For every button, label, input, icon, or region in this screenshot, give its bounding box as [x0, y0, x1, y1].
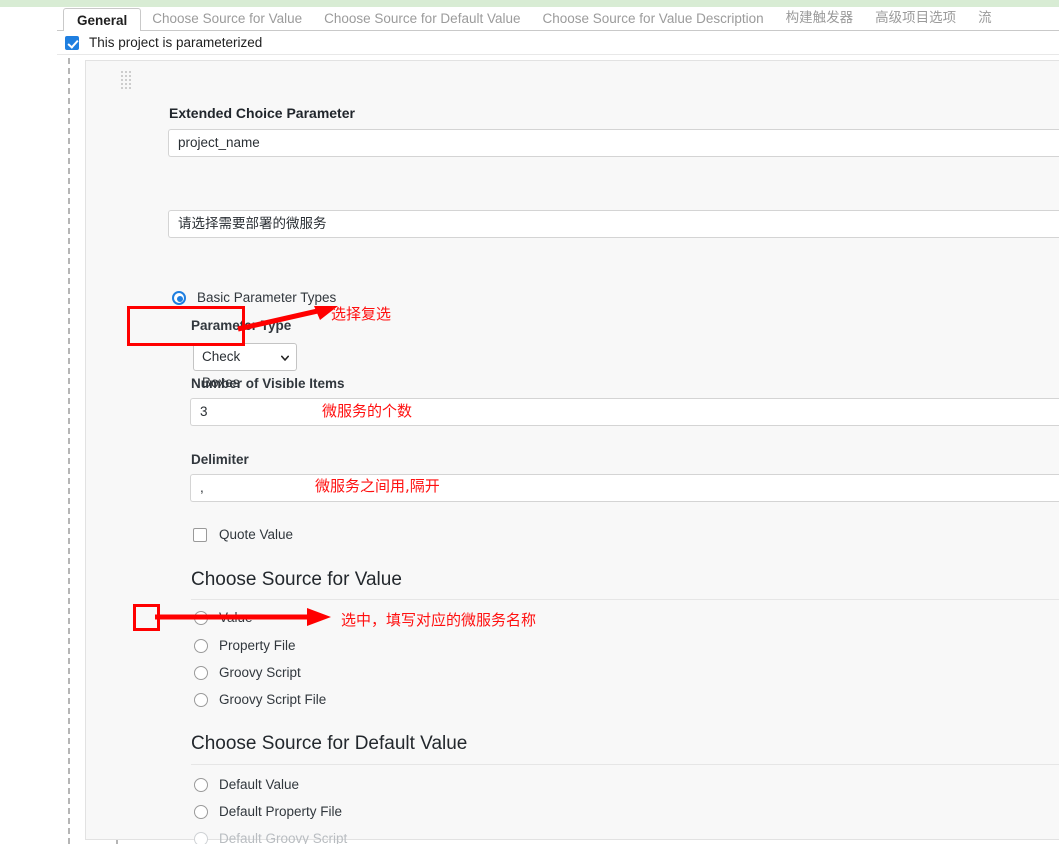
property-file-radio[interactable]	[194, 638, 208, 653]
tab-choose-source-for-value[interactable]: Choose Source for Value	[141, 7, 313, 31]
groovy-script-file-radio[interactable]	[194, 692, 208, 707]
annotation-arrow-value-radio	[155, 608, 331, 626]
annotation-arrow-parameter-type	[237, 306, 338, 332]
section-choose-source-for-default-value: Choose Source for Default Value	[191, 733, 468, 754]
parameterized-checkbox[interactable]	[65, 35, 79, 50]
guide-line-outer	[68, 58, 70, 844]
section-divider	[191, 599, 1059, 600]
groovy-script-file-label: Groovy Script File	[219, 692, 327, 707]
annotation-text-select-checkbox: 选择复选	[331, 305, 392, 323]
name-input[interactable]: project_name	[168, 129, 1059, 157]
tab-choose-source-for-default-value[interactable]: Choose Source for Default Value	[313, 7, 531, 31]
radio-default-property-file[interactable]: Default Property File	[194, 804, 342, 819]
quote-value-row[interactable]: Quote Value	[193, 527, 293, 542]
basic-parameter-types-radio[interactable]	[172, 290, 186, 305]
annotation-text-fill-microservice-name: 选中，填写对应的微服务名称	[341, 611, 537, 629]
groovy-script-radio[interactable]	[194, 665, 208, 680]
annotation-text-delimiter-hint: 微服务之间用,隔开	[315, 477, 440, 495]
default-property-file-radio[interactable]	[194, 804, 208, 819]
quote-value-label: Quote Value	[219, 527, 294, 542]
radio-property-file[interactable]: Property File	[194, 638, 296, 653]
section-divider-default	[191, 764, 1059, 765]
visible-items-label: Number of Visible Items	[191, 376, 345, 391]
tab-bar: General Choose Source for Value Choose S…	[57, 7, 1059, 32]
delimiter-label: Delimiter	[191, 452, 249, 467]
default-groovy-script-radio[interactable]	[194, 831, 208, 844]
radio-default-groovy-script[interactable]: Default Groovy Script	[194, 831, 347, 844]
tab-advanced-project-options[interactable]: 高级项目选项	[864, 7, 967, 31]
top-accent-strip	[0, 0, 1059, 7]
property-file-label: Property File	[219, 638, 296, 653]
default-value-label: Default Value	[219, 777, 300, 792]
radio-groovy-script-file[interactable]: Groovy Script File	[194, 692, 326, 707]
section-choose-source-for-value: Choose Source for Value	[191, 569, 402, 590]
annotation-box-parameter-type	[127, 306, 245, 346]
radio-groovy-script[interactable]: Groovy Script	[194, 665, 301, 680]
this-project-is-parameterized-row[interactable]: This project is parameterized	[57, 31, 1059, 55]
default-groovy-script-label: Default Groovy Script	[219, 831, 348, 844]
radio-default-value[interactable]: Default Value	[194, 777, 299, 792]
drag-handle-icon[interactable]	[121, 71, 135, 93]
default-property-file-label: Default Property File	[219, 804, 343, 819]
groovy-script-label: Groovy Script	[219, 665, 301, 680]
form-content: This project is parameterized Extended C…	[57, 31, 1059, 844]
parameterized-label: This project is parameterized	[89, 35, 263, 50]
page-root: General Choose Source for Value Choose S…	[0, 0, 1059, 844]
quote-value-checkbox[interactable]	[193, 527, 207, 542]
parameter-card-title: Extended Choice Parameter	[169, 105, 355, 121]
tab-build-triggers[interactable]: 构建触发器	[775, 7, 865, 31]
left-gutter	[0, 7, 57, 844]
parameter-type-select[interactable]: Check Boxes	[193, 343, 297, 390]
default-value-radio[interactable]	[194, 777, 208, 792]
tab-general[interactable]: General	[63, 8, 142, 32]
visible-items-input[interactable]: 3	[190, 398, 1059, 426]
description-input[interactable]: 请选择需要部署的微服务	[168, 210, 1059, 238]
tab-pipeline[interactable]: 流	[967, 7, 1003, 31]
extended-choice-parameter-card	[85, 60, 1059, 840]
annotation-text-microservice-count: 微服务的个数	[322, 402, 413, 420]
chevron-down-icon	[281, 355, 289, 361]
tab-choose-source-for-value-description[interactable]: Choose Source for Value Description	[532, 7, 775, 31]
